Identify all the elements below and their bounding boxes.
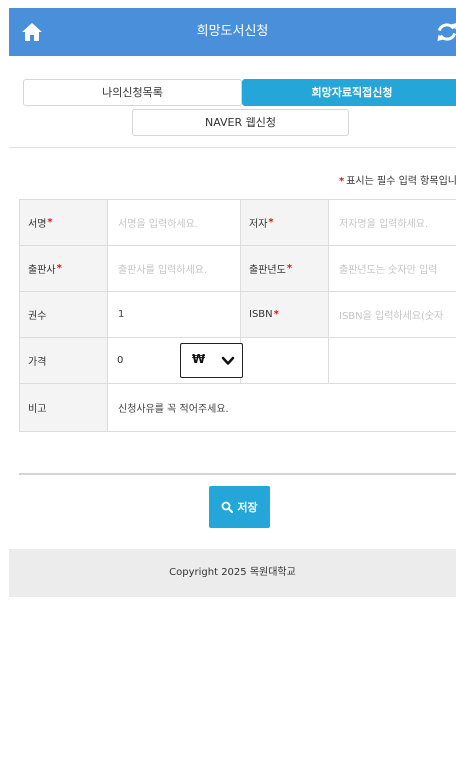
price-input[interactable]: 0 xyxy=(117,338,123,383)
home-icon[interactable] xyxy=(21,21,43,43)
form-row-price: 가격 0 ₩ xyxy=(19,338,456,384)
title-input[interactable]: 서명을 입력하세요. xyxy=(108,200,241,245)
publisher-input[interactable]: 출판사를 입력하세요. xyxy=(108,246,241,291)
price-cell: 0 ₩ xyxy=(108,338,243,383)
tab-my-requests[interactable]: 나의신청목록 xyxy=(23,79,242,106)
copyright-text: Copyright 2025 목원대학교 xyxy=(169,567,296,578)
author-input[interactable]: 저자명을 입력하세요. xyxy=(329,200,456,245)
footer: Copyright 2025 목원대학교 xyxy=(9,549,456,597)
pubyear-label: 출판년도 * xyxy=(241,246,329,291)
request-form-table: 서명 * 서명을 입력하세요. 저자 * 저자명을 입력하세요. 출판사 * 출판사를… xyxy=(19,199,456,432)
author-label: 저자 * xyxy=(241,200,329,245)
form-row-copies-isbn: 권수 1 ISBN * ISBN을 입력하세요(숫자 xyxy=(19,292,456,338)
tab-direct-request[interactable]: 희망자료직접신청 xyxy=(242,79,456,106)
currency-select[interactable]: ₩ xyxy=(180,343,243,378)
form-row-publisher-year: 출판사 * 출판사를 입력하세요. 출판년도 * 출판년도는 숫자만 입력 xyxy=(19,246,456,292)
title-label: 서명 * xyxy=(19,200,108,245)
app-frame: 희망도서신청 나의신청목록 희망자료직접신청 NAVER 웹신청 * 표시는 필수… xyxy=(9,8,456,767)
required-fields-note: * 표시는 필수 입력 항목입니다 xyxy=(339,172,456,187)
pubyear-input[interactable]: 출판년도는 숫자만 입력 xyxy=(329,246,456,291)
note-input[interactable]: 신청사유를 꼭 적어주세요. xyxy=(108,384,456,431)
required-note-text: 표시는 필수 입력 항목입니다 xyxy=(346,176,456,187)
publisher-label: 출판사 * xyxy=(19,246,108,291)
form-row-note: 비고 신청사유를 꼭 적어주세요. xyxy=(19,384,456,432)
price-label: 가격 xyxy=(19,338,108,383)
tab-naver-request[interactable]: NAVER 웹신청 xyxy=(132,109,349,136)
refresh-icon[interactable] xyxy=(435,20,456,44)
required-star: * xyxy=(339,176,345,187)
price-row-empty-cell-2 xyxy=(329,338,456,383)
section-divider xyxy=(19,473,456,475)
isbn-input[interactable]: ISBN을 입력하세요(숫자 xyxy=(329,292,456,337)
price-row-empty-cell xyxy=(241,338,329,383)
currency-value: ₩ xyxy=(192,352,206,366)
note-label: 비고 xyxy=(19,384,108,431)
save-button[interactable]: 저장 xyxy=(209,486,270,528)
isbn-label: ISBN * xyxy=(241,292,329,337)
form-row-title-author: 서명 * 서명을 입력하세요. 저자 * 저자명을 입력하세요. xyxy=(19,200,456,246)
search-icon xyxy=(221,501,234,513)
tab-bar: 나의신청목록 희망자료직접신청 NAVER 웹신청 xyxy=(9,56,456,148)
copies-label: 권수 xyxy=(19,292,108,337)
chevron-down-icon xyxy=(221,356,235,365)
copies-input[interactable]: 1 xyxy=(108,292,241,337)
save-button-label: 저장 xyxy=(237,501,258,514)
header-bar: 희망도서신청 xyxy=(9,8,456,56)
page-title: 희망도서신청 xyxy=(196,24,269,39)
